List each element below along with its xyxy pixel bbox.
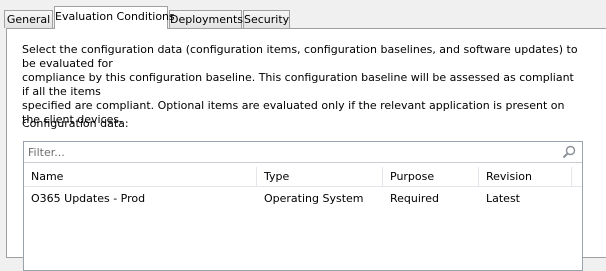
tab-deployments-label: Deployments xyxy=(170,13,244,26)
filter-bar xyxy=(24,142,582,163)
table-row[interactable]: O365 Updates - Prod Operating System Req… xyxy=(24,189,582,209)
column-header-name[interactable]: Name xyxy=(24,167,257,186)
tab-evaluation-conditions-label: Evaluation Conditions xyxy=(55,10,175,23)
column-header-type[interactable]: Type xyxy=(257,167,383,186)
cell-type: Operating System xyxy=(264,192,364,205)
column-header-purpose[interactable]: Purpose xyxy=(383,167,479,186)
tab-evaluation-conditions[interactable]: Evaluation Conditions xyxy=(54,6,175,29)
search-icon[interactable] xyxy=(562,145,576,159)
cell-purpose: Required xyxy=(390,192,439,205)
tab-strip: General Evaluation Conditions Deployment… xyxy=(0,0,606,29)
tab-security[interactable]: Security xyxy=(243,10,290,28)
column-header-revision[interactable]: Revision xyxy=(479,167,572,186)
tab-security-label: Security xyxy=(244,13,290,26)
cell-name: O365 Updates - Prod xyxy=(31,192,146,205)
description-text: Select the configuration data (configura… xyxy=(22,43,578,126)
grid-header: Name Type Purpose Revision xyxy=(24,167,582,187)
tab-general-label: General xyxy=(6,13,51,26)
evaluation-conditions-panel: Select the configuration data (configura… xyxy=(6,28,606,271)
configuration-data-grid: Name Type Purpose Revision O365 Updates … xyxy=(23,141,583,271)
cell-revision: Latest xyxy=(486,192,520,205)
filter-input[interactable] xyxy=(24,142,548,162)
configuration-data-label: Configuration data: xyxy=(22,117,129,130)
tab-deployments[interactable]: Deployments xyxy=(169,10,244,28)
tab-general[interactable]: General xyxy=(4,10,53,28)
